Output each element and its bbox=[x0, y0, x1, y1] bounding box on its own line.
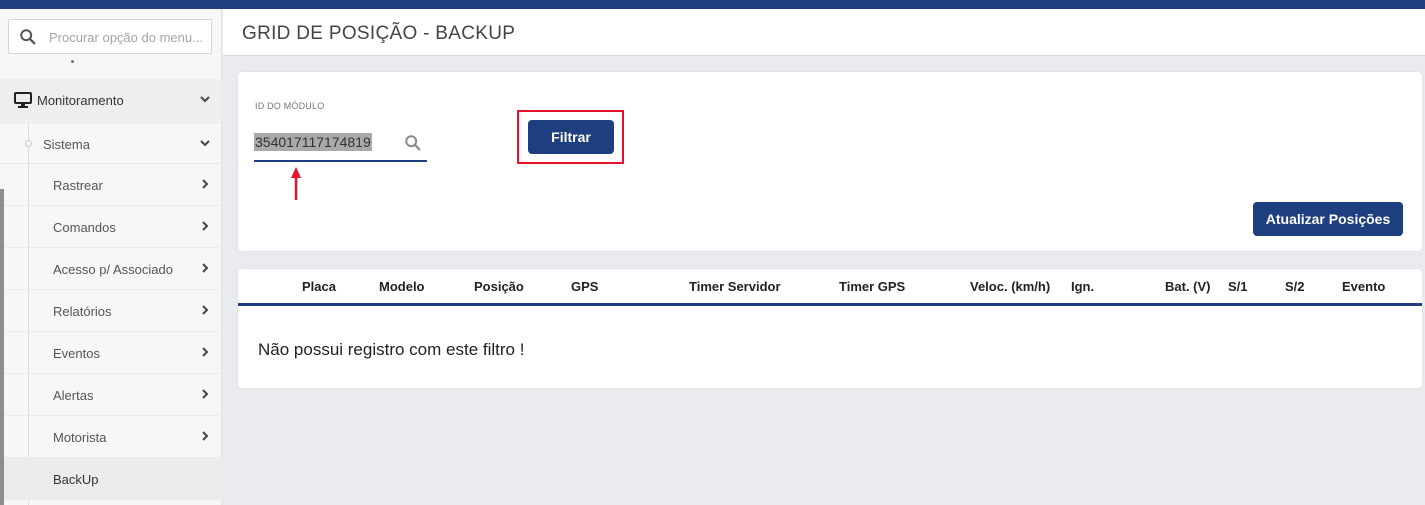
chevron-right-icon bbox=[202, 389, 209, 399]
sidebar-item-label: BackUp bbox=[53, 472, 99, 487]
sidebar-item-motorista[interactable]: Motorista bbox=[0, 416, 222, 458]
column-header-s1[interactable]: S/1 bbox=[1228, 279, 1248, 294]
sidebar-item-acesso-associado[interactable]: Acesso p/ Associado bbox=[0, 248, 222, 290]
chevron-down-icon bbox=[200, 96, 210, 103]
sidebar-section-monitoramento[interactable]: Monitoramento bbox=[0, 79, 222, 121]
monitor-icon bbox=[14, 92, 32, 108]
column-header-s2[interactable]: S/2 bbox=[1285, 279, 1305, 294]
sidebar-scrollbar[interactable] bbox=[0, 189, 4, 505]
sidebar-item-label: Motorista bbox=[53, 430, 107, 445]
menu-scroll-indicator bbox=[71, 60, 74, 63]
sidebar-item-label: Alertas bbox=[53, 388, 94, 403]
chevron-right-icon bbox=[202, 263, 209, 273]
search-icon bbox=[20, 29, 36, 45]
filter-button[interactable]: Filtrar bbox=[528, 120, 614, 154]
menu-search-input[interactable] bbox=[49, 27, 209, 47]
chevron-right-icon bbox=[202, 221, 209, 231]
sidebar-item-rastrear[interactable]: Rastrear bbox=[0, 164, 222, 206]
sidebar-item-backup[interactable]: BackUp bbox=[0, 458, 222, 500]
sidebar: Monitoramento Sistema Rastrear Comandos … bbox=[0, 9, 222, 505]
sidebar-group-label: Sistema bbox=[43, 137, 90, 152]
module-id-input[interactable]: 354017117174819 bbox=[254, 133, 372, 151]
column-header-modelo[interactable]: Modelo bbox=[379, 279, 425, 294]
search-icon[interactable] bbox=[404, 134, 422, 152]
sidebar-item-label: Eventos bbox=[53, 346, 100, 361]
column-header-evento[interactable]: Evento bbox=[1342, 279, 1385, 294]
sidebar-item-label: Comandos bbox=[53, 220, 116, 235]
sidebar-group-sistema[interactable]: Sistema bbox=[0, 122, 222, 164]
table-header: Placa Modelo Posição GPS Timer Servidor … bbox=[238, 269, 1422, 306]
column-header-timer-gps[interactable]: Timer GPS bbox=[839, 279, 905, 294]
module-id-label: ID DO MÓDULO bbox=[255, 101, 325, 111]
sidebar-item-alertas[interactable]: Alertas bbox=[0, 374, 222, 416]
column-header-ignicao[interactable]: Ign. bbox=[1071, 279, 1094, 294]
sidebar-item-label: Rastrear bbox=[53, 178, 103, 193]
page-title: GRID DE POSIÇÃO - BACKUP bbox=[242, 23, 516, 44]
column-header-velocidade[interactable]: Veloc. (km/h) bbox=[970, 279, 1050, 294]
sidebar-section-label: Monitoramento bbox=[37, 93, 124, 108]
tree-node-dot bbox=[25, 140, 32, 147]
menu-search-box[interactable] bbox=[8, 19, 212, 54]
empty-state-message: Não possui registro com este filtro ! bbox=[258, 340, 525, 359]
page-header: GRID DE POSIÇÃO - BACKUP bbox=[223, 9, 1425, 56]
chevron-right-icon bbox=[202, 179, 209, 189]
results-table-panel: Placa Modelo Posição GPS Timer Servidor … bbox=[238, 269, 1422, 388]
column-header-bateria[interactable]: Bat. (V) bbox=[1165, 279, 1211, 294]
sidebar-item-relatorios[interactable]: Relatórios bbox=[0, 290, 222, 332]
sidebar-item-eventos[interactable]: Eventos bbox=[0, 332, 222, 374]
chevron-right-icon bbox=[202, 305, 209, 315]
update-positions-button[interactable]: Atualizar Posições bbox=[1253, 202, 1403, 236]
top-accent-bar bbox=[0, 0, 1425, 9]
chevron-down-icon bbox=[200, 140, 210, 147]
column-header-posicao[interactable]: Posição bbox=[474, 279, 524, 294]
module-id-field[interactable]: 354017117174819 bbox=[254, 130, 427, 162]
annotation-arrow-icon bbox=[291, 167, 301, 200]
column-header-gps[interactable]: GPS bbox=[571, 279, 598, 294]
sidebar-item-comandos[interactable]: Comandos bbox=[0, 206, 222, 248]
sidebar-item-label: Acesso p/ Associado bbox=[53, 262, 173, 277]
chevron-right-icon bbox=[202, 431, 209, 441]
sidebar-item-label: Relatórios bbox=[53, 304, 112, 319]
chevron-right-icon bbox=[202, 347, 209, 357]
filter-panel: ID DO MÓDULO 354017117174819 Filtrar Atu… bbox=[238, 72, 1422, 251]
column-header-placa[interactable]: Placa bbox=[302, 279, 336, 294]
column-header-timer-servidor[interactable]: Timer Servidor bbox=[689, 279, 781, 294]
